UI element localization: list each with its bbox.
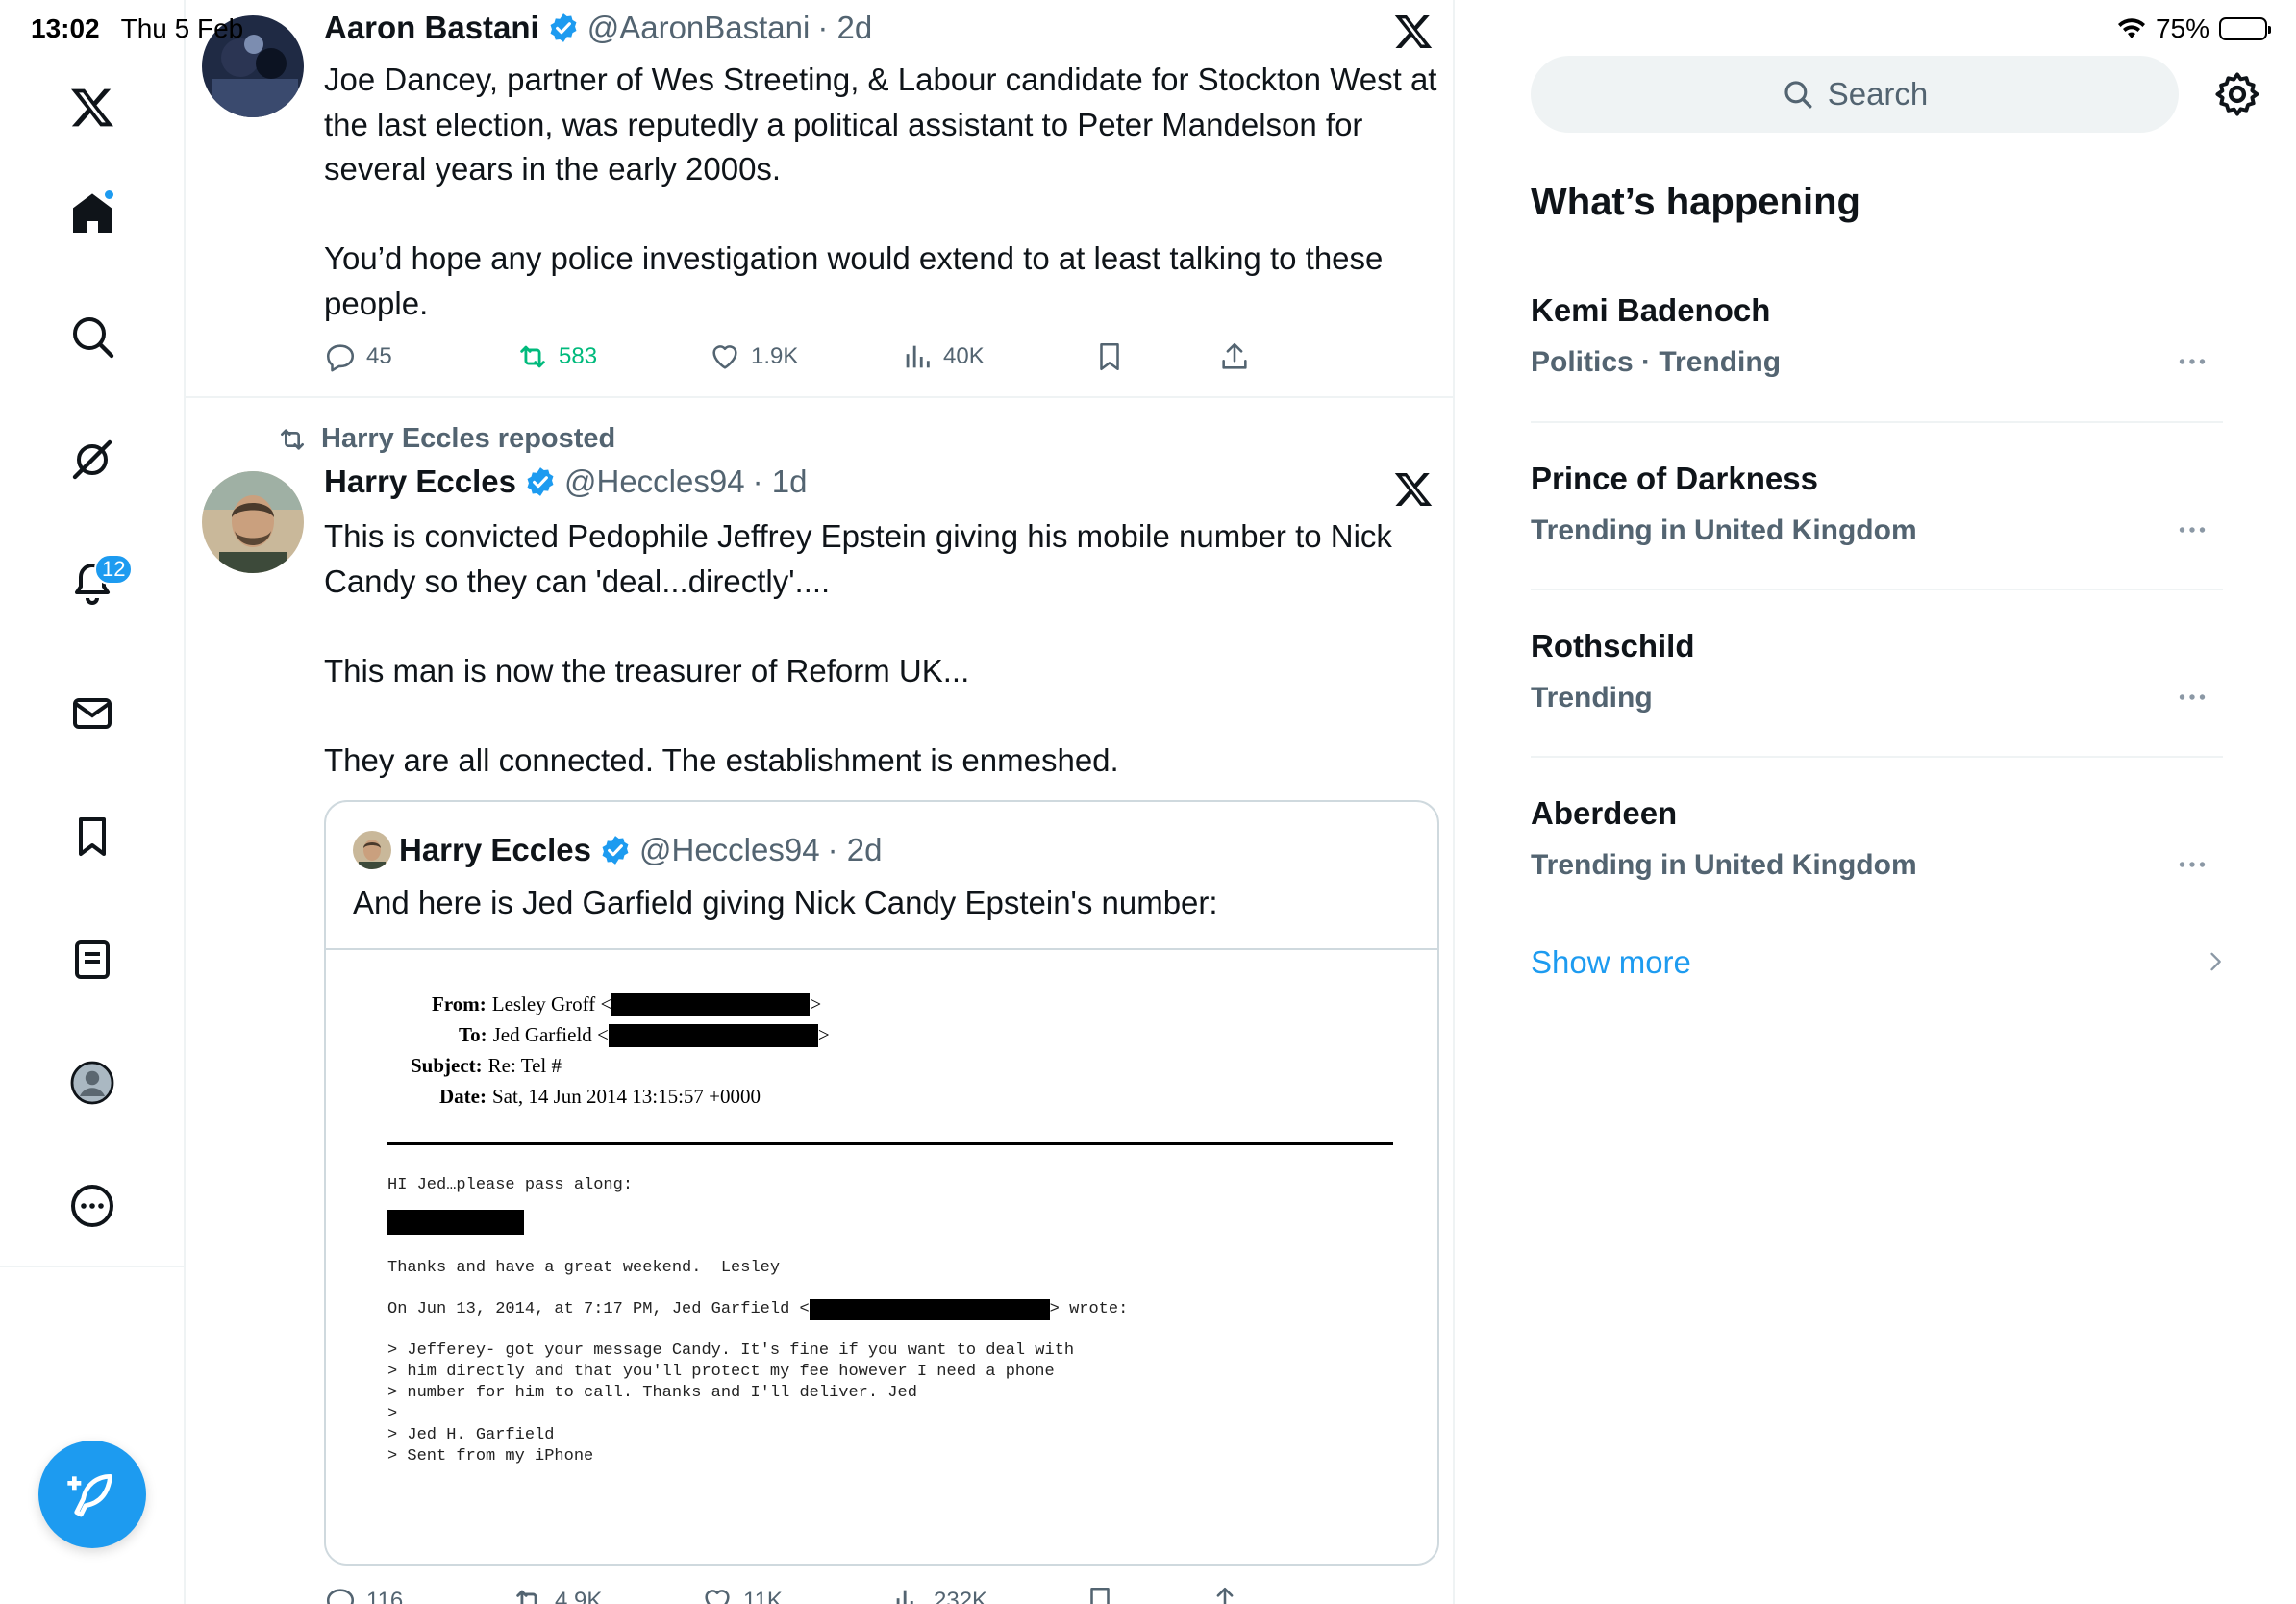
bookmark-button[interactable] bbox=[1084, 1577, 1116, 1604]
email-quoted-text: > Jefferey- got your message Candy. It's… bbox=[387, 1341, 1075, 1466]
trend-name: Prince of Darkness bbox=[1531, 461, 1818, 496]
more-icon[interactable] bbox=[58, 1171, 127, 1241]
email-subject-row: Subject: Re: Tel # bbox=[411, 1054, 562, 1077]
bookmark-icon bbox=[1090, 1587, 1110, 1604]
trend-name: Kemi Badenoch bbox=[1531, 292, 1771, 328]
x-logo-icon[interactable] bbox=[58, 73, 127, 142]
email-line: Thanks and have a great weekend. Lesley bbox=[387, 1259, 781, 1277]
like-button[interactable]: 11K bbox=[701, 1577, 783, 1604]
status-time: 13:02 bbox=[31, 13, 100, 43]
profile-icon[interactable] bbox=[58, 1048, 127, 1117]
like-count: 11K bbox=[743, 1588, 783, 1604]
redaction-bar bbox=[387, 1210, 524, 1235]
email-screenshot-image[interactable]: From: Lesley Groff < > To: Jed Garfield < > … bbox=[326, 948, 1437, 1564]
nav-divider bbox=[0, 1266, 186, 1267]
search-placeholder: Search bbox=[1827, 76, 1929, 112]
redaction-bar bbox=[611, 992, 811, 1016]
timeline-feed: Aaron Bastani @AaronBastani · 2d Joe Dan… bbox=[186, 0, 1455, 1604]
more-dots-icon[interactable] bbox=[2175, 680, 2209, 714]
trend-name: Rothschild bbox=[1531, 628, 1695, 664]
home-unread-dot bbox=[103, 188, 115, 201]
trend-divider bbox=[1531, 421, 2223, 423]
avatar[interactable] bbox=[202, 471, 304, 573]
trend-meta: Trending bbox=[1531, 682, 1653, 714]
bookmarks-icon[interactable] bbox=[58, 802, 127, 871]
email-line: HI Jed…please pass along: bbox=[387, 1176, 634, 1194]
redaction-bar bbox=[809, 1299, 1050, 1320]
gear-icon[interactable] bbox=[2212, 69, 2262, 119]
chevron-right-icon[interactable] bbox=[2202, 948, 2229, 975]
verified-badge-icon bbox=[527, 467, 554, 496]
trend-divider bbox=[1531, 589, 2223, 590]
trend-divider bbox=[1531, 756, 2223, 758]
compose-feather-icon bbox=[67, 1474, 112, 1517]
messages-icon[interactable] bbox=[58, 679, 127, 748]
status-date: Thu 5 Feb bbox=[120, 13, 244, 43]
reply-icon bbox=[326, 1589, 355, 1604]
more-dots-icon[interactable] bbox=[2175, 847, 2209, 882]
quoted-tweet[interactable]: Harry Eccles @Heccles94 · 2d And here is… bbox=[324, 800, 1439, 1566]
trend-meta: Trending in United Kingdom bbox=[1531, 849, 1917, 881]
tweet-time[interactable]: · 1d bbox=[753, 464, 808, 500]
search-icon[interactable] bbox=[58, 302, 127, 371]
views-icon bbox=[896, 1590, 913, 1604]
tweet-actions: 116 4.9K 11K 232K bbox=[324, 1577, 1285, 1604]
email-to-row: To: Jed Garfield < > bbox=[459, 1023, 830, 1047]
share-icon bbox=[1213, 1587, 1236, 1604]
trend-item[interactable]: Rothschild Trending bbox=[1531, 609, 2223, 776]
author-handle[interactable]: @Heccles94 bbox=[564, 464, 745, 500]
share-button[interactable] bbox=[1209, 1577, 1241, 1604]
author-name[interactable]: Harry Eccles bbox=[324, 464, 516, 500]
lists-icon[interactable] bbox=[58, 925, 127, 994]
views-button[interactable]: 232K bbox=[891, 1577, 987, 1604]
quote-author-handle: @Heccles94 bbox=[638, 832, 820, 867]
x-logo-icon[interactable] bbox=[1393, 469, 1434, 510]
repost-count: 4.9K bbox=[555, 1588, 603, 1604]
avatar bbox=[353, 831, 391, 869]
email-divider bbox=[387, 1142, 1393, 1145]
trend-name: Aberdeen bbox=[1531, 795, 1678, 831]
tweet-text: This is convicted Pedophile Jeffrey Epst… bbox=[324, 518, 1392, 778]
notifications-badge: 12 bbox=[94, 554, 134, 585]
quote-time: · 2d bbox=[827, 832, 883, 867]
quote-text: And here is Jed Garfield giving Nick Can… bbox=[353, 885, 1218, 920]
quote-header: Harry Eccles @Heccles94 · 2d bbox=[353, 831, 882, 869]
reply-count: 116 bbox=[366, 1588, 404, 1604]
section-title: What’s happening bbox=[1531, 181, 1860, 223]
repost-icon bbox=[516, 1590, 537, 1604]
trend-meta: Trending in United Kingdom bbox=[1531, 514, 1917, 546]
reply-button[interactable]: 116 bbox=[324, 1577, 403, 1604]
show-more-link[interactable]: Show more bbox=[1531, 944, 1691, 981]
trend-meta: Politics · Trending bbox=[1531, 346, 1782, 378]
views-count: 232K bbox=[934, 1588, 988, 1604]
tweet-header: Harry Eccles @Heccles94 · 1d bbox=[324, 464, 807, 500]
email-from-row: From: Lesley Groff < > bbox=[432, 992, 822, 1016]
home-icon[interactable] bbox=[58, 179, 127, 248]
more-dots-icon[interactable] bbox=[2175, 513, 2209, 547]
tweet-content: Harry Eccles @Heccles94 · 1d This is con… bbox=[186, 0, 1453, 1604]
trend-item[interactable]: Kemi Badenoch Politics · Trending bbox=[1531, 273, 2223, 440]
notifications-icon[interactable]: 12 bbox=[58, 548, 134, 617]
search-icon bbox=[1784, 81, 1812, 109]
trend-item[interactable]: Prince of Darkness Trending in United Ki… bbox=[1531, 441, 2223, 609]
more-dots-icon[interactable] bbox=[2175, 344, 2209, 379]
sidebar-nav: 12 bbox=[0, 0, 186, 1604]
compose-button[interactable] bbox=[38, 1441, 146, 1548]
email-date-row: Date: Sat, 14 Jun 2014 13:15:57 +0000 bbox=[439, 1085, 761, 1108]
email-reply-header: On Jun 13, 2014, at 7:17 PM, Jed Garfiel… bbox=[387, 1299, 1129, 1320]
heart-icon bbox=[705, 1590, 730, 1604]
repost-button[interactable]: 4.9K bbox=[512, 1577, 602, 1604]
grok-icon[interactable] bbox=[58, 425, 127, 494]
search-input[interactable]: Search bbox=[1531, 56, 2179, 133]
redaction-bar bbox=[608, 1023, 818, 1047]
status-bar-left: 13:02 Thu 5 Feb bbox=[31, 13, 243, 44]
quote-author-name: Harry Eccles bbox=[399, 832, 591, 867]
trend-item[interactable]: Aberdeen Trending in United Kingdom bbox=[1531, 776, 2223, 943]
verified-badge-icon bbox=[602, 836, 629, 865]
right-sidebar: Search What’s happening Kemi Badenoch Po… bbox=[1457, 0, 2296, 1604]
